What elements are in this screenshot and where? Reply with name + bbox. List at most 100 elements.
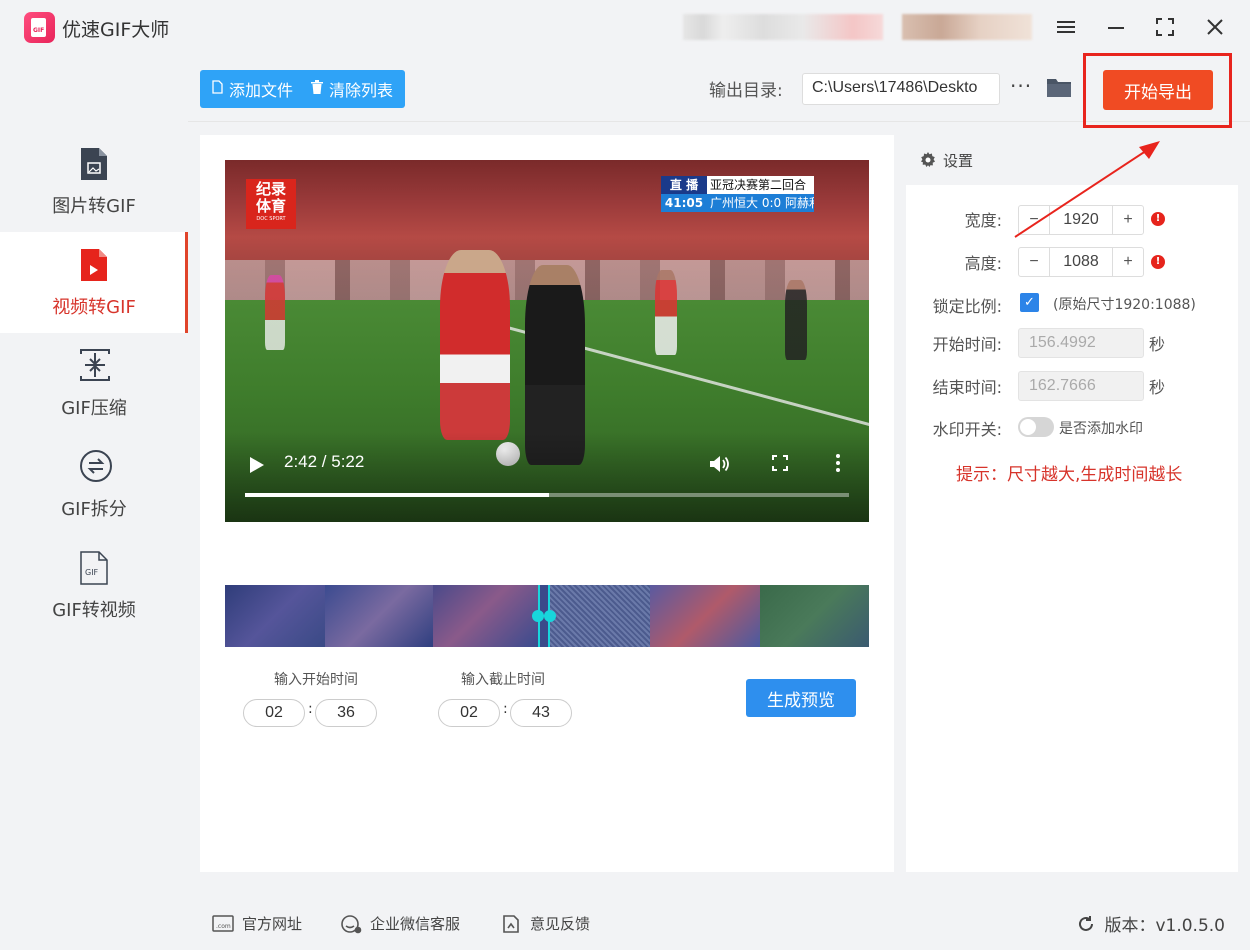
chat-icon [341, 914, 362, 933]
sidebar-item-image-to-gif[interactable]: 图片转GIF [0, 131, 188, 232]
timeline-frame [433, 585, 538, 647]
start-time-colon: : [308, 701, 313, 717]
wechat-support-link[interactable]: 企业微信客服 [340, 913, 460, 934]
split-icon [79, 449, 112, 485]
file-icon [212, 80, 223, 98]
svg-text:GIF: GIF [85, 568, 99, 577]
video-time: 2:42 / 5:22 [284, 452, 365, 471]
blurred-user-info [683, 14, 883, 40]
start-minute-input[interactable]: 02 [243, 699, 305, 727]
generate-preview-button[interactable]: 生成预览 [746, 679, 856, 717]
clear-list-label: 清除列表 [329, 81, 394, 100]
trash-icon [311, 80, 324, 98]
settings-panel: 设置 宽度: − 1920 + ! 高度: − 1088 + ! 锁定比例: ✓… [906, 135, 1238, 872]
svg-text:.com: .com [216, 923, 231, 930]
end-second-input[interactable]: 43 [510, 699, 572, 727]
width-decrement-button[interactable]: − [1019, 211, 1049, 229]
video-player-figure [655, 270, 677, 355]
settings-title: 设置 [943, 151, 974, 170]
app-title: 优速GIF大师 [62, 19, 170, 41]
wechat-support-label: 企业微信客服 [370, 915, 461, 933]
feedback-label: 意见反馈 [530, 915, 591, 933]
video-player[interactable]: 纪录 体育 DOC SPORT 直 播亚冠决赛第二回合 41:05 广州恒大 0:… [225, 160, 869, 522]
video-editor-panel: 纪录 体育 DOC SPORT 直 播亚冠决赛第二回合 41:05 广州恒大 0:… [200, 135, 894, 872]
channel-logo: 纪录 体育 DOC SPORT [246, 179, 296, 229]
scoreboard: 直 播亚冠决赛第二回合 41:05 广州恒大 0:0 阿赫利 [661, 176, 814, 212]
refresh-icon [1079, 915, 1094, 931]
footer: .com 官方网址 企业微信客服 意见反馈 版本：v1.0.5.0 [188, 893, 1250, 950]
height-warning-icon: ! [1151, 255, 1165, 269]
video-progress-bar[interactable] [245, 493, 849, 497]
watermark-label: 水印开关: [932, 420, 1002, 439]
start-time-label: 输入开始时间 [274, 672, 358, 688]
close-icon[interactable] [1197, 10, 1233, 44]
timeline-frame [225, 585, 325, 647]
version-info[interactable]: 版本：v1.0.5.0 [1076, 911, 1225, 936]
settings-header: 设置 [906, 135, 1238, 185]
sidebar-item-gif-compress[interactable]: GIF压缩 [0, 333, 188, 434]
app-logo: GIF [24, 12, 55, 43]
timeline-frame [650, 585, 760, 647]
image-file-icon [79, 146, 109, 182]
sidebar-item-label: GIF转视频 [52, 599, 136, 621]
sidebar-item-gif-to-video[interactable]: GIF GIF转视频 [0, 535, 188, 636]
width-input[interactable]: 1920 [1049, 206, 1113, 234]
video-player-figure [785, 280, 807, 360]
timeline-frame [325, 585, 433, 647]
gif-file-icon: GIF [79, 550, 109, 586]
width-label: 宽度: [964, 211, 1002, 230]
width-increment-button[interactable]: + [1113, 211, 1143, 229]
timeline-end-handle[interactable] [544, 610, 556, 622]
height-stepper: − 1088 + [1018, 247, 1144, 277]
start-second-input[interactable]: 36 [315, 699, 377, 727]
end-time-unit: 秒 [1149, 378, 1166, 397]
add-file-button[interactable]: 添加文件 [212, 77, 293, 101]
timeline-start-handle[interactable] [532, 610, 544, 622]
export-highlight-annotation [1083, 53, 1232, 128]
fullscreen-icon[interactable] [772, 455, 788, 471]
browse-more-button[interactable]: ··· [1010, 74, 1032, 98]
gear-icon [921, 152, 935, 167]
output-dir-label: 输出目录: [709, 81, 783, 101]
sidebar-item-label: GIF压缩 [61, 397, 127, 419]
timeline-frame [550, 585, 650, 647]
sidebar-item-label: GIF拆分 [61, 498, 127, 520]
width-warning-icon: ! [1151, 212, 1165, 226]
start-time-setting-label: 开始时间: [932, 335, 1002, 354]
blurred-account-info [902, 14, 1032, 40]
height-input[interactable]: 1088 [1049, 248, 1113, 276]
output-dir-field[interactable]: C:\Users\17486\Deskto [802, 73, 1000, 105]
start-time-field: 156.4992 [1018, 328, 1144, 358]
end-minute-input[interactable]: 02 [438, 699, 500, 727]
height-label: 高度: [964, 254, 1002, 273]
menu-icon[interactable] [1048, 10, 1084, 44]
end-time-field: 162.7666 [1018, 371, 1144, 401]
website-label: 官方网址 [242, 915, 303, 933]
end-time-setting-label: 结束时间: [932, 378, 1002, 397]
play-icon[interactable] [250, 457, 264, 473]
watermark-toggle[interactable] [1018, 417, 1054, 437]
sidebar-item-gif-split[interactable]: GIF拆分 [0, 434, 188, 535]
sidebar-item-video-to-gif[interactable]: 视频转GIF [0, 232, 188, 333]
video-file-icon [79, 247, 109, 283]
maximize-icon[interactable] [1147, 10, 1183, 44]
height-increment-button[interactable]: + [1113, 253, 1143, 271]
height-decrement-button[interactable]: − [1019, 253, 1049, 271]
website-link[interactable]: .com 官方网址 [212, 913, 302, 934]
minimize-icon[interactable] [1098, 10, 1134, 44]
more-options-icon[interactable] [835, 453, 841, 473]
timeline-strip[interactable] [225, 585, 869, 647]
lock-ratio-checkbox[interactable]: ✓ [1020, 293, 1039, 312]
video-controls [225, 432, 869, 522]
size-tip: 提示：尺寸越大,生成时间越长 [956, 465, 1183, 485]
video-progress-fill [245, 493, 549, 497]
watermark-toggle-text: 是否添加水印 [1059, 421, 1143, 437]
feedback-link[interactable]: 意见反馈 [500, 913, 590, 934]
add-file-label: 添加文件 [229, 81, 294, 100]
lock-ratio-label: 锁定比例: [932, 297, 1002, 316]
volume-icon[interactable] [709, 454, 731, 474]
end-time-label: 输入截止时间 [461, 672, 545, 688]
clear-list-button[interactable]: 清除列表 [311, 77, 393, 101]
version-label: 版本：v1.0.5.0 [1104, 916, 1225, 936]
folder-icon[interactable] [1046, 76, 1072, 98]
